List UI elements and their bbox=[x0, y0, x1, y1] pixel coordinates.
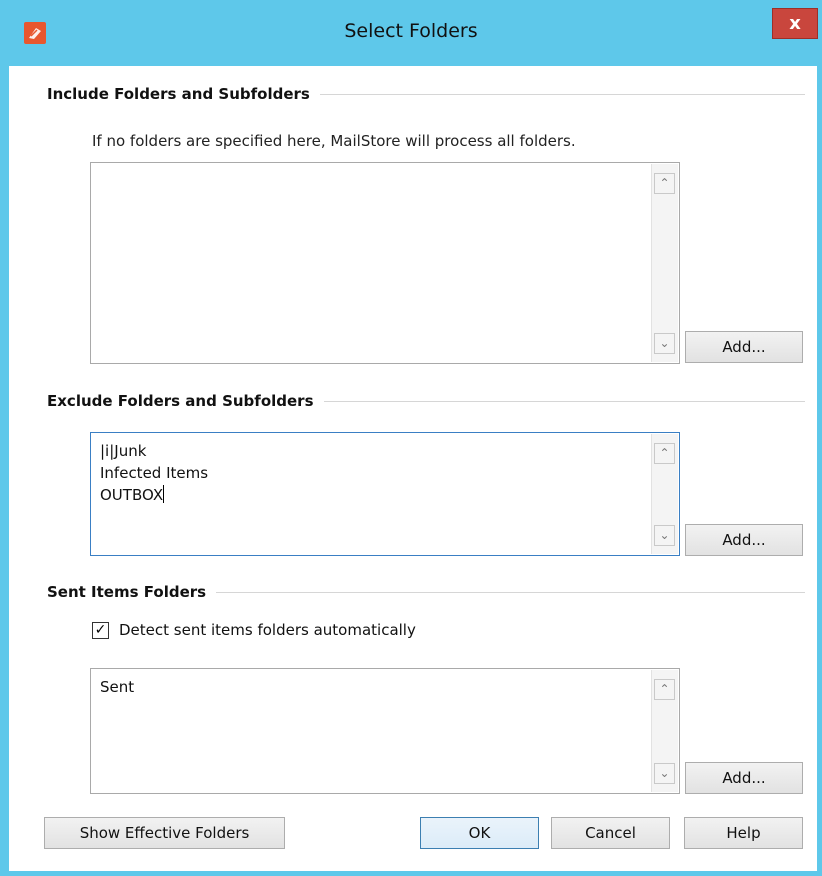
show-effective-folders-button[interactable]: Show Effective Folders bbox=[44, 817, 285, 849]
text-caret bbox=[163, 485, 165, 503]
sent-scrollbar[interactable]: ⌃ ⌄ bbox=[651, 670, 678, 792]
dialog-body: Include Folders and Subfolders If no fol… bbox=[9, 66, 817, 871]
sent-add-button[interactable]: Add... bbox=[685, 762, 803, 794]
sent-folder-items: Sent bbox=[100, 676, 647, 698]
title-bar: Select Folders x bbox=[0, 0, 822, 66]
include-scrollbar[interactable]: ⌃ ⌄ bbox=[651, 164, 678, 362]
ok-button[interactable]: OK bbox=[420, 817, 539, 849]
chevron-down-icon[interactable]: ⌄ bbox=[654, 525, 675, 546]
sent-section-title: Sent Items Folders bbox=[47, 583, 217, 601]
chevron-up-icon[interactable]: ⌃ bbox=[654, 173, 675, 194]
include-add-button[interactable]: Add... bbox=[685, 331, 803, 363]
include-section-title: Include Folders and Subfolders bbox=[47, 85, 320, 103]
exclude-folder-items: |i|Junk Infected Items OUTBOX bbox=[100, 440, 647, 506]
window-title: Select Folders bbox=[344, 20, 478, 42]
chevron-up-icon[interactable]: ⌃ bbox=[654, 679, 675, 700]
cancel-button[interactable]: Cancel bbox=[551, 817, 670, 849]
chevron-down-icon[interactable]: ⌄ bbox=[654, 763, 675, 784]
include-folder-list[interactable]: ⌃ ⌄ bbox=[90, 162, 680, 364]
list-item[interactable]: Infected Items bbox=[100, 462, 647, 484]
checkmark-icon: ✓ bbox=[94, 622, 107, 638]
help-button[interactable]: Help bbox=[684, 817, 803, 849]
list-item[interactable]: |i|Junk bbox=[100, 440, 647, 462]
exclude-add-button[interactable]: Add... bbox=[685, 524, 803, 556]
chevron-down-icon[interactable]: ⌄ bbox=[654, 333, 675, 354]
detect-sent-label[interactable]: Detect sent items folders automatically bbox=[119, 621, 416, 639]
chevron-up-icon[interactable]: ⌃ bbox=[654, 443, 675, 464]
exclude-folder-list[interactable]: |i|Junk Infected Items OUTBOX ⌃ ⌄ bbox=[90, 432, 680, 556]
close-button[interactable]: x bbox=[772, 8, 818, 39]
select-folders-dialog: Select Folders x Include Folders and Sub… bbox=[0, 0, 822, 876]
close-icon: x bbox=[789, 13, 801, 34]
detect-sent-checkbox[interactable]: ✓ bbox=[92, 622, 109, 639]
list-item[interactable]: OUTBOX bbox=[100, 484, 647, 506]
exclude-scrollbar[interactable]: ⌃ ⌄ bbox=[651, 434, 678, 554]
sent-folder-list[interactable]: Sent ⌃ ⌄ bbox=[90, 668, 680, 794]
include-hint: If no folders are specified here, MailSt… bbox=[92, 132, 576, 150]
list-item[interactable]: Sent bbox=[100, 676, 647, 698]
exclude-section-title: Exclude Folders and Subfolders bbox=[47, 392, 324, 410]
